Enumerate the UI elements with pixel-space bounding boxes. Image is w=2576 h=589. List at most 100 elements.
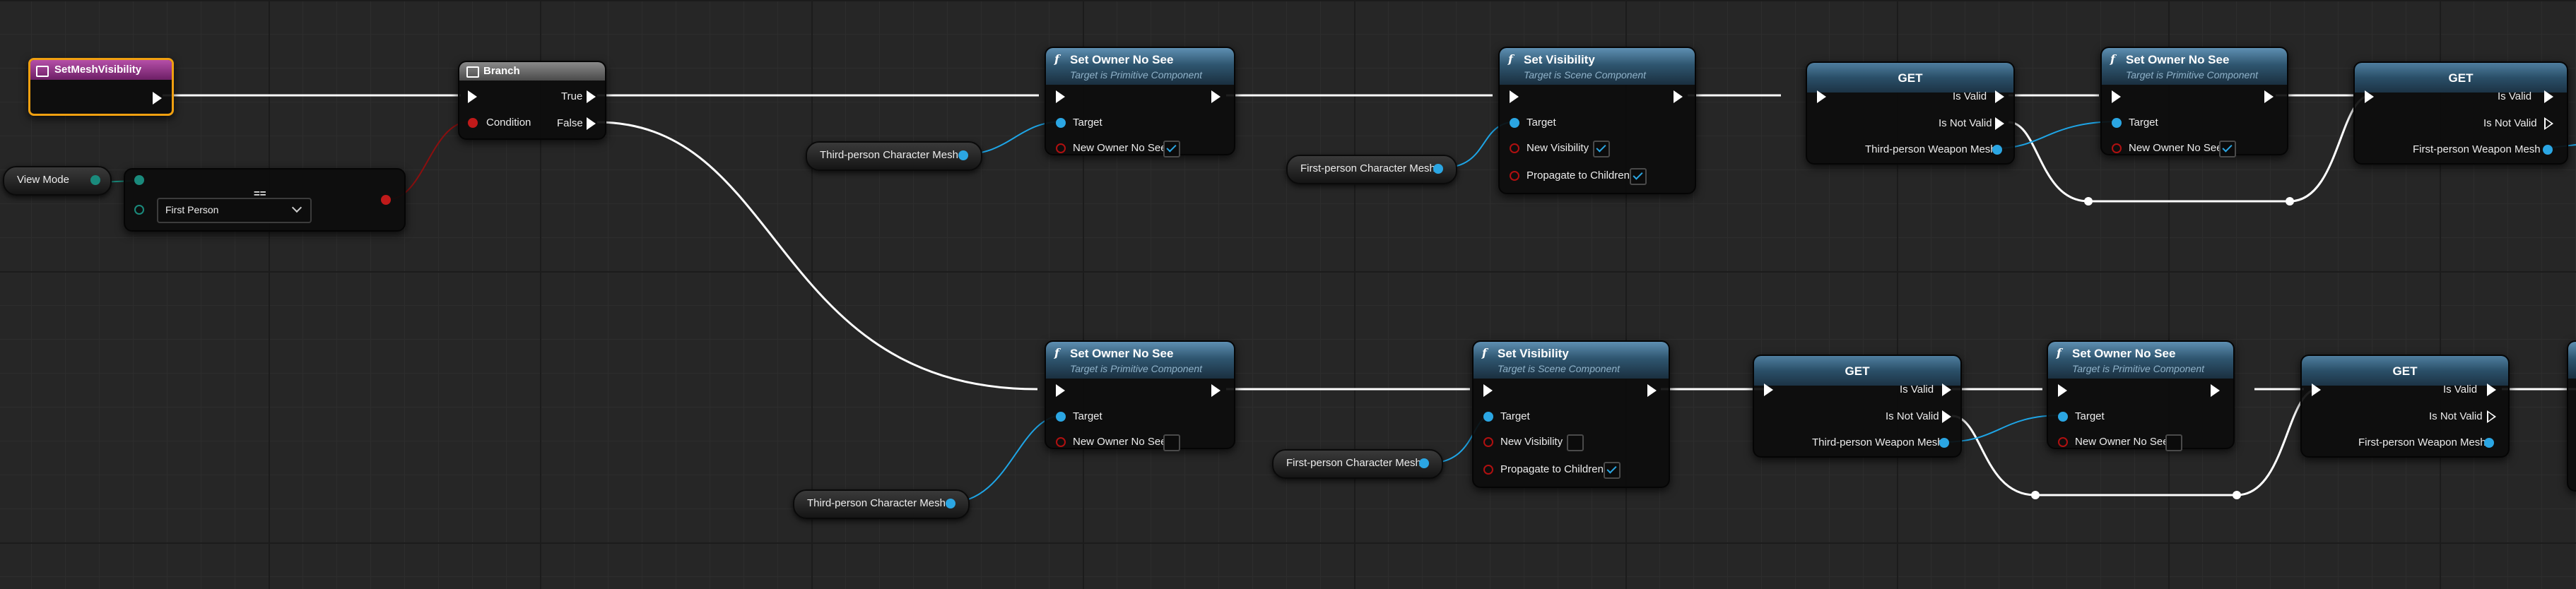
new-owner-no-see-checkbox[interactable]: [2219, 141, 2236, 157]
new-visibility-checkbox[interactable]: [1593, 141, 1610, 157]
exec-input-pin[interactable]: [1764, 383, 1773, 396]
target-input-pin[interactable]: [2112, 118, 2122, 128]
node-title: Set Owner No See: [2126, 53, 2230, 66]
select-node[interactable]: == First Person: [124, 168, 406, 232]
exec-input-pin[interactable]: [2365, 90, 2374, 103]
select-input-pin[interactable]: [134, 175, 144, 185]
propagate-label: Propagate to Children: [1500, 463, 1604, 475]
exec-input-pin[interactable]: [1817, 90, 1826, 103]
set-visibility-node[interactable]: f Set Visibility Target is Scene Compone…: [1498, 47, 1696, 194]
new-owner-no-see-pin[interactable]: [1056, 143, 1066, 153]
node-title: GET: [1898, 71, 1923, 85]
weapon-mesh-output-pin[interactable]: [1939, 438, 1949, 448]
select-index-pin[interactable]: [134, 205, 144, 215]
third-person-mesh-variable[interactable]: Third-person Character Mesh: [793, 489, 970, 519]
exec-input-pin[interactable]: [2112, 90, 2121, 103]
true-output-pin[interactable]: [587, 90, 596, 103]
exec-input-pin[interactable]: [468, 90, 477, 103]
is-not-valid-pin[interactable]: [1995, 117, 2004, 130]
variable-output-pin[interactable]: [946, 499, 955, 508]
is-not-valid-pin[interactable]: [2487, 410, 2496, 423]
new-owner-no-see-pin[interactable]: [2112, 143, 2122, 153]
new-owner-no-see-pin[interactable]: [2058, 437, 2068, 447]
is-valid-label: Is Valid: [1953, 90, 1987, 102]
weapon-mesh-output-pin[interactable]: [1992, 145, 2002, 155]
get-node[interactable]: GET Is Valid Is Not Valid Third-person W…: [1753, 355, 1962, 458]
target-input-pin[interactable]: [1056, 412, 1066, 422]
param-label: New Visibility: [1527, 142, 1589, 154]
node-header: GET: [1754, 356, 1960, 386]
propagate-checkbox[interactable]: [1604, 462, 1621, 479]
new-owner-no-see-checkbox[interactable]: [1163, 434, 1180, 451]
third-person-mesh-variable[interactable]: Third-person Character Mesh: [806, 141, 982, 171]
exec-output-pin[interactable]: [153, 92, 162, 105]
target-input-pin[interactable]: [2058, 412, 2068, 422]
weapon-mesh-label: Third-person Weapon Mesh: [1812, 436, 1943, 448]
set-owner-no-see-node[interactable]: f Set Owner No See Target is Primitive C…: [2047, 340, 2235, 451]
is-valid-pin[interactable]: [1942, 383, 1951, 396]
target-input-pin[interactable]: [1483, 412, 1493, 422]
node-header: [2568, 342, 2576, 379]
exec-input-pin[interactable]: [1510, 90, 1519, 103]
param-label: New Owner No See: [1073, 436, 1167, 448]
set-owner-no-see-node[interactable]: f Set Owner No See Target is Primitive C…: [1045, 340, 1235, 451]
node-title: GET: [2448, 71, 2474, 85]
get-node[interactable]: GET Is Valid Is Not Valid Third-person W…: [1806, 61, 2015, 165]
node-subtitle: Target is Primitive Component: [2072, 363, 2205, 374]
set-owner-no-see-node[interactable]: f Set Owner No See Target is Primitive C…: [2100, 47, 2288, 157]
exec-output-pin[interactable]: [2264, 90, 2274, 103]
node-title: Set Visibility: [1524, 53, 1595, 66]
condition-input-pin[interactable]: [468, 118, 478, 128]
exec-output-pin[interactable]: [1647, 384, 1657, 397]
function-icon: f: [1508, 52, 1513, 66]
is-valid-pin[interactable]: [2544, 90, 2553, 103]
exec-output-pin[interactable]: [2211, 384, 2220, 397]
weapon-mesh-output-pin[interactable]: [2543, 145, 2553, 155]
select-output-pin[interactable]: [381, 195, 391, 205]
propagate-pin[interactable]: [1510, 171, 1519, 181]
partial-node[interactable]: [2567, 340, 2576, 492]
target-input-pin[interactable]: [1510, 118, 1519, 128]
weapon-mesh-output-pin[interactable]: [2484, 438, 2494, 448]
exec-input-pin[interactable]: [2058, 384, 2067, 397]
is-valid-pin[interactable]: [2487, 383, 2496, 396]
variable-output-pin[interactable]: [90, 175, 100, 185]
is-not-valid-pin[interactable]: [2544, 117, 2553, 130]
get-node[interactable]: GET Is Valid Is Not Valid First-person W…: [2353, 61, 2568, 165]
new-owner-no-see-pin[interactable]: [1056, 437, 1066, 447]
exec-output-pin[interactable]: [1211, 384, 1221, 397]
get-node[interactable]: GET Is Valid Is Not Valid First-person W…: [2300, 355, 2510, 458]
new-visibility-pin[interactable]: [1483, 437, 1493, 447]
view-mode-dropdown[interactable]: First Person: [157, 198, 312, 223]
exec-output-pin[interactable]: [1211, 90, 1221, 103]
exec-input-pin[interactable]: [2312, 383, 2321, 396]
new-visibility-checkbox[interactable]: [1567, 434, 1584, 451]
new-visibility-pin[interactable]: [1510, 143, 1519, 153]
set-owner-no-see-node[interactable]: f Set Owner No See Target is Primitive C…: [1045, 47, 1235, 157]
propagate-pin[interactable]: [1483, 465, 1493, 475]
true-label: True: [561, 90, 583, 102]
variable-output-pin[interactable]: [1433, 164, 1443, 174]
set-visibility-node[interactable]: f Set Visibility Target is Scene Compone…: [1472, 340, 1670, 488]
branch-node[interactable]: Branch True Condition False: [458, 61, 606, 140]
view-mode-variable[interactable]: View Mode: [3, 166, 112, 196]
new-owner-no-see-checkbox[interactable]: [1163, 141, 1180, 157]
target-input-pin[interactable]: [1056, 118, 1066, 128]
variable-output-pin[interactable]: [1419, 458, 1429, 468]
exec-input-pin[interactable]: [1483, 384, 1493, 397]
exec-input-pin[interactable]: [1056, 90, 1065, 103]
reroute-node: [2286, 197, 2294, 206]
variable-output-pin[interactable]: [958, 150, 968, 160]
exec-input-pin[interactable]: [1056, 384, 1065, 397]
first-person-mesh-variable[interactable]: First-person Character Mesh: [1286, 155, 1457, 184]
exec-output-pin[interactable]: [1674, 90, 1683, 103]
event-node-setmeshvisibility[interactable]: SetMeshVisibility: [28, 58, 174, 116]
first-person-mesh-variable[interactable]: First-person Character Mesh: [1272, 449, 1443, 479]
new-owner-no-see-checkbox[interactable]: [2165, 434, 2182, 451]
is-valid-pin[interactable]: [1995, 90, 2004, 103]
is-not-valid-pin[interactable]: [1942, 410, 1951, 423]
node-header: f Set Owner No See Target is Primitive C…: [1046, 48, 1234, 85]
target-label: Target: [1527, 117, 1556, 129]
propagate-checkbox[interactable]: [1630, 168, 1647, 185]
false-output-pin[interactable]: [587, 117, 596, 130]
